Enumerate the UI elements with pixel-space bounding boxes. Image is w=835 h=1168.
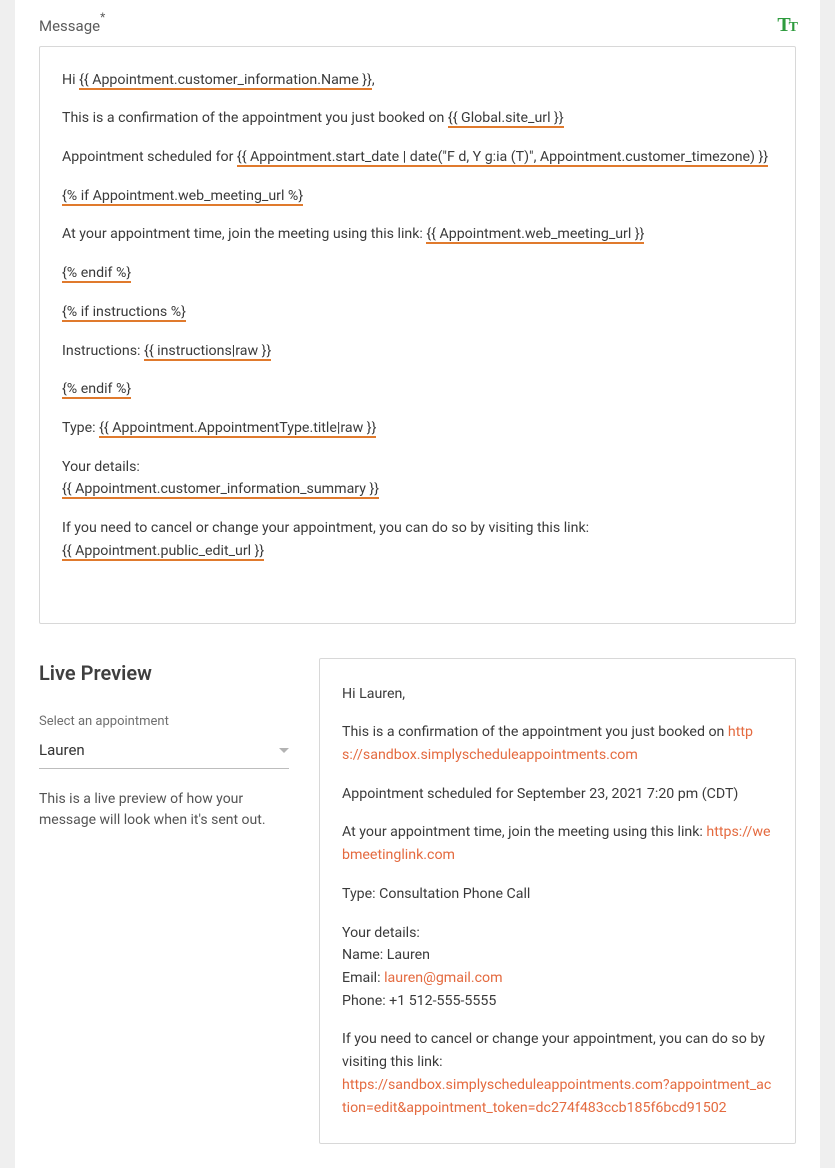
required-marker: * bbox=[100, 10, 105, 24]
appointment-select-label: Select an appointment bbox=[39, 712, 289, 732]
message-template-editor[interactable]: Hi {{ Appointment.customer_information.N… bbox=[39, 46, 796, 624]
live-preview-section: Live Preview Select an appointment Laure… bbox=[39, 658, 796, 1145]
template-token: {{ Appointment.customer_information.Name… bbox=[79, 72, 372, 90]
text-format-icon[interactable]: TT bbox=[777, 15, 796, 35]
preview-line: Type: Consultation Phone Call bbox=[342, 883, 773, 906]
template-line: Type: {{ Appointment.AppointmentType.tit… bbox=[62, 417, 773, 440]
template-line: Appointment scheduled for {{ Appointment… bbox=[62, 146, 773, 169]
template-line: At your appointment time, join the meeti… bbox=[62, 223, 773, 246]
template-line: {% endif %} bbox=[62, 378, 773, 401]
template-line: {% endif %} bbox=[62, 262, 773, 285]
template-token: {{ Appointment.customer_information_summ… bbox=[62, 481, 379, 499]
preview-line: This is a confirmation of the appointmen… bbox=[342, 721, 773, 766]
template-line: If you need to cancel or change your app… bbox=[62, 517, 773, 562]
template-line: Your details:{{ Appointment.customer_inf… bbox=[62, 456, 773, 501]
message-label: Message* bbox=[39, 12, 105, 38]
template-token: {{ Appointment.start_date | date("F d, Y… bbox=[237, 149, 768, 167]
preview-line: At your appointment time, join the meeti… bbox=[342, 821, 773, 866]
template-token: {% if Appointment.web_meeting_url %} bbox=[62, 188, 303, 206]
chevron-down-icon bbox=[279, 748, 289, 753]
template-token: {% if instructions %} bbox=[62, 304, 186, 322]
template-line: {% if Appointment.web_meeting_url %} bbox=[62, 185, 773, 208]
template-token: {{ Global.site_url }} bbox=[448, 110, 564, 128]
template-line: Hi {{ Appointment.customer_information.N… bbox=[62, 69, 773, 92]
live-preview-output: Hi Lauren, This is a confirmation of the… bbox=[319, 658, 796, 1145]
preview-greeting: Hi Lauren, bbox=[342, 683, 773, 706]
template-token: {{ Appointment.AppointmentType.title|raw… bbox=[99, 420, 376, 438]
template-token: {% endif %} bbox=[62, 265, 131, 283]
template-line: This is a confirmation of the appointmen… bbox=[62, 107, 773, 130]
template-token: {% endif %} bbox=[62, 381, 131, 399]
page-container: Message* TT Hi {{ Appointment.customer_i… bbox=[15, 0, 820, 1168]
preview-line: Appointment scheduled for September 23, … bbox=[342, 783, 773, 806]
template-token: {{ Appointment.public_edit_url }} bbox=[62, 543, 264, 561]
template-token: {{ Appointment.web_meeting_url }} bbox=[426, 226, 644, 244]
live-preview-title: Live Preview bbox=[39, 658, 289, 688]
message-field-header: Message* TT bbox=[39, 12, 796, 38]
template-line: Instructions: {{ instructions|raw }} bbox=[62, 340, 773, 363]
preview-email-link[interactable]: lauren@gmail.com bbox=[384, 970, 503, 986]
preview-cancel: If you need to cancel or change your app… bbox=[342, 1028, 773, 1119]
live-preview-controls: Live Preview Select an appointment Laure… bbox=[39, 658, 289, 1145]
template-token: {{ instructions|raw }} bbox=[144, 343, 271, 361]
appointment-select[interactable]: Lauren bbox=[39, 737, 289, 769]
template-line: {% if instructions %} bbox=[62, 301, 773, 324]
preview-details: Your details: Name: Lauren Email: lauren… bbox=[342, 922, 773, 1013]
live-preview-help: This is a live preview of how your messa… bbox=[39, 789, 289, 832]
appointment-select-value: Lauren bbox=[39, 739, 85, 762]
message-label-text: Message bbox=[39, 17, 100, 35]
preview-edit-link[interactable]: https://sandbox.simplyscheduleappointmen… bbox=[342, 1077, 771, 1116]
